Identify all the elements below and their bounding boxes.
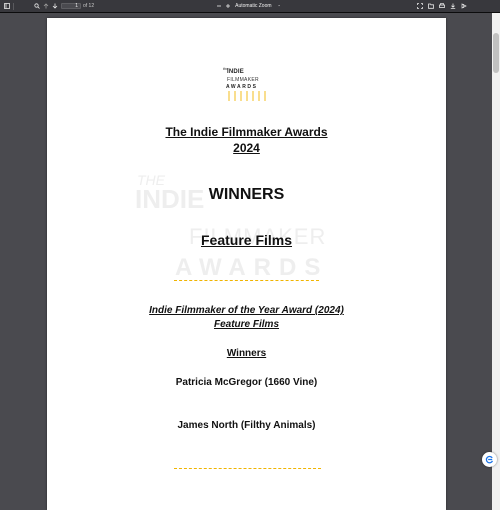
section-heading: Feature Films [200, 232, 293, 248]
print-icon[interactable] [438, 2, 447, 11]
zoom-select-label: Automatic Zoom [235, 3, 272, 9]
awards-logo: the INDIE FILMMAKER AWARDS [223, 66, 273, 106]
next-page-icon[interactable] [50, 2, 59, 11]
toolbar-divider [13, 2, 14, 10]
zoom-out-icon[interactable] [214, 2, 223, 11]
pdf-toolbar: 1 of 12 Automatic Zoom ⌃ [0, 0, 500, 13]
document-title: The Indie Filmmaker Awards [165, 125, 328, 139]
section-divider [174, 280, 319, 281]
assistant-icon [485, 455, 494, 464]
award-name: Indie Filmmaker of the Year Award (2024) [149, 305, 344, 316]
chevron-down-icon: ⌃ [277, 3, 281, 9]
winner-entry: Patricia McGregor (1660 Vine) [175, 377, 318, 388]
logo-light-rays-icon [228, 91, 266, 101]
page-count-label: of 12 [83, 3, 95, 9]
award-category: Feature Films [213, 319, 280, 330]
document-year: 2024 [233, 141, 260, 155]
zoom-select[interactable]: Automatic Zoom ⌃ [232, 2, 284, 10]
presentation-mode-icon[interactable] [416, 2, 425, 11]
winners-heading: WINNERS [208, 186, 285, 203]
open-file-icon[interactable] [427, 2, 436, 11]
vertical-scrollbar[interactable] [492, 13, 500, 510]
watermark-awards: AWARDS [175, 254, 329, 281]
section-divider [174, 468, 321, 469]
search-icon[interactable] [32, 2, 41, 11]
tools-menu-icon[interactable] [460, 2, 469, 11]
pdf-page: THE INDIE FILMMAKER AWARDS the INDIE FIL… [47, 18, 446, 510]
previous-page-icon[interactable] [41, 2, 50, 11]
assistant-button[interactable] [482, 452, 497, 467]
logo-filmmaker: FILMMAKER [227, 77, 259, 83]
scrollbar-thumb[interactable] [493, 33, 499, 73]
logo-indie: INDIE [227, 69, 245, 75]
sidebar-toggle-icon[interactable] [2, 2, 11, 11]
winners-label: Winners [226, 348, 267, 359]
logo-awards: AWARDS [226, 84, 258, 90]
winner-entry: James North (Filthy Animals) [177, 420, 316, 431]
page-number-input[interactable]: 1 [61, 3, 81, 9]
download-icon[interactable] [449, 2, 458, 11]
zoom-in-icon[interactable] [223, 2, 232, 11]
